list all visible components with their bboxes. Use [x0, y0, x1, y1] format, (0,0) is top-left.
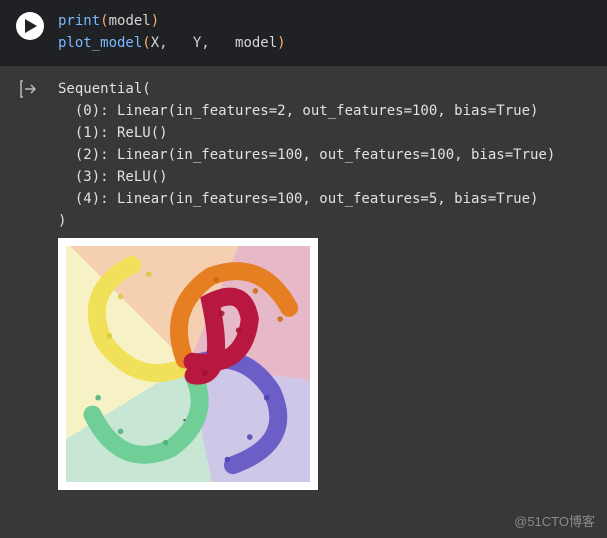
out-line: (0): Linear(in_features=2, out_features=…	[58, 103, 538, 119]
run-button[interactable]	[16, 12, 44, 40]
code-content[interactable]: print(model) plot_model(X, Y, model)	[58, 10, 286, 54]
out-footer: )	[58, 213, 66, 229]
out-line: (1): ReLU()	[58, 125, 168, 141]
out-line: (3): ReLU()	[58, 169, 168, 185]
code-fn-plotmodel: plot_model	[58, 35, 142, 51]
output-text: Sequential( (0): Linear(in_features=2, o…	[58, 78, 555, 232]
play-icon	[25, 19, 37, 33]
spiral-plot	[66, 246, 310, 482]
out-line: (4): Linear(in_features=100, out_feature…	[58, 191, 538, 207]
out-line: (2): Linear(in_features=100, out_feature…	[58, 147, 555, 163]
output-icon[interactable]	[20, 80, 42, 102]
output-cell: Sequential( (0): Linear(in_features=2, o…	[0, 66, 607, 232]
plot-output	[58, 238, 318, 490]
out-header: Sequential(	[58, 81, 151, 97]
code-cell: print(model) plot_model(X, Y, model)	[0, 0, 607, 66]
watermark: @51CTO博客	[514, 511, 595, 530]
code-fn-print: print	[58, 13, 100, 29]
